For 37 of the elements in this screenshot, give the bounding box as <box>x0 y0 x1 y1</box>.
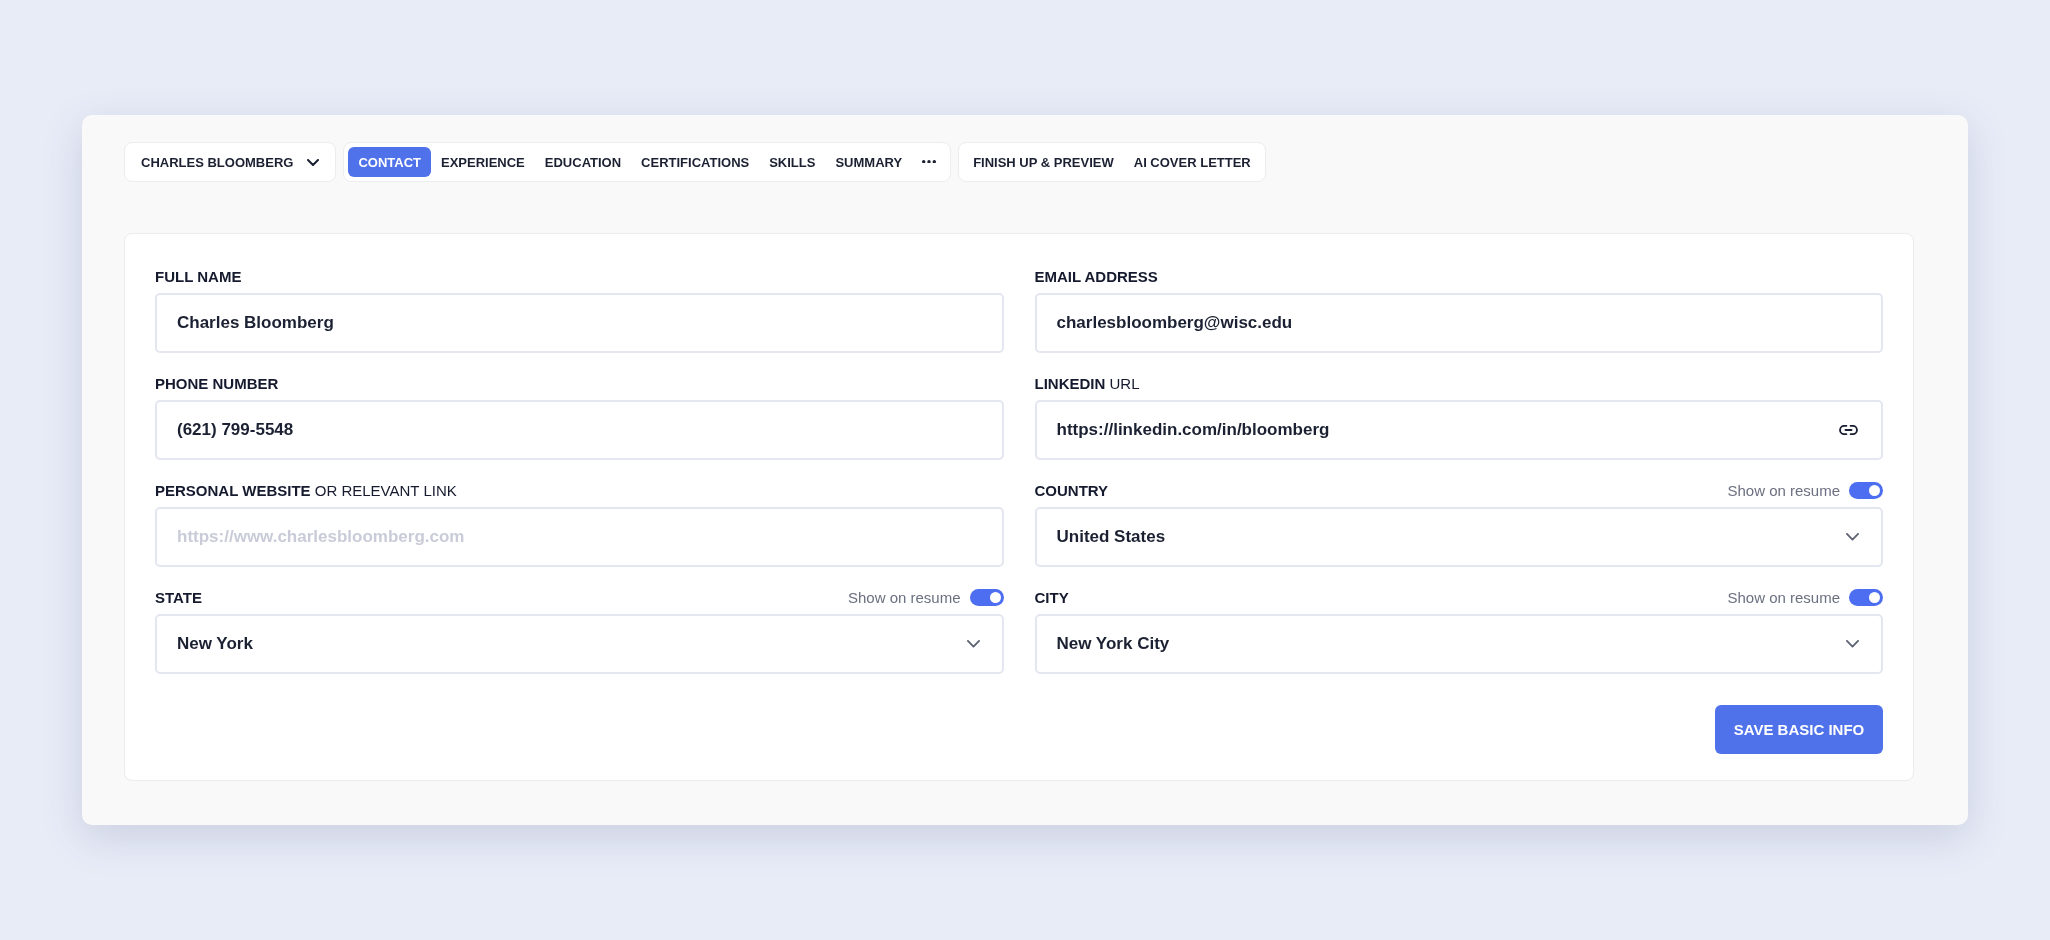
link-icon <box>1839 425 1858 435</box>
chevron-down-icon <box>1846 640 1859 648</box>
nav-link[interactable]: AI COVER LETTER <box>1123 147 1261 177</box>
section-tab[interactable]: CONTACT <box>348 147 431 177</box>
toggle-switch[interactable] <box>969 588 1004 606</box>
field-label: PHONE NUMBER <box>155 374 279 392</box>
save-button[interactable]: SAVE BASIC INFO <box>1715 705 1883 754</box>
field-label: PERSONAL WEBSITE OR RELEVANT LINK <box>155 481 457 499</box>
toggle-switch[interactable] <box>1849 481 1883 499</box>
dropdown-field[interactable]: New York City <box>1034 614 1883 674</box>
toggle-label: Show on resume <box>1727 481 1840 499</box>
field-label: EMAIL ADDRESS <box>1034 267 1158 285</box>
toggle-switch[interactable] <box>1849 588 1883 606</box>
field-label: LINKEDIN URL <box>1034 374 1140 392</box>
dropdown-field[interactable]: New York <box>155 614 1004 674</box>
field-label: FULL NAME <box>155 267 242 285</box>
section-tab[interactable]: SKILLS <box>759 147 826 177</box>
chevron-down-icon <box>966 640 980 648</box>
text-field[interactable]: charlesbloomberg@wisc.edu <box>1034 293 1883 353</box>
url-field[interactable]: https://linkedin.com/in/bloomberg <box>1034 400 1883 460</box>
account-dropdown[interactable]: CHARLES BLOOMBERG <box>124 142 337 182</box>
nav-link[interactable]: FINISH UP & PREVIEW <box>963 147 1124 177</box>
dropdown-field[interactable]: United States <box>1034 507 1883 567</box>
toggle-label: Show on resume <box>1727 588 1840 606</box>
field-label: COUNTRY <box>1034 481 1109 499</box>
chevron-down-icon <box>1846 533 1859 541</box>
chevron-down-icon <box>307 158 320 166</box>
section-tab[interactable]: CERTIFICATIONS <box>631 147 760 177</box>
section-tab[interactable]: SUMMARY <box>825 147 913 177</box>
toggle-label: Show on resume <box>847 588 961 606</box>
field-label: CITY <box>1034 588 1069 606</box>
text-field[interactable]: (621) 799-5548 <box>155 400 1004 460</box>
section-tab[interactable]: EDUCATION <box>534 147 632 177</box>
section-tab[interactable]: EXPERIENCE <box>431 147 535 177</box>
text-field[interactable]: Charles Bloomberg <box>155 293 1004 353</box>
field-label: STATE <box>155 588 202 606</box>
more-icon[interactable] <box>922 160 937 164</box>
